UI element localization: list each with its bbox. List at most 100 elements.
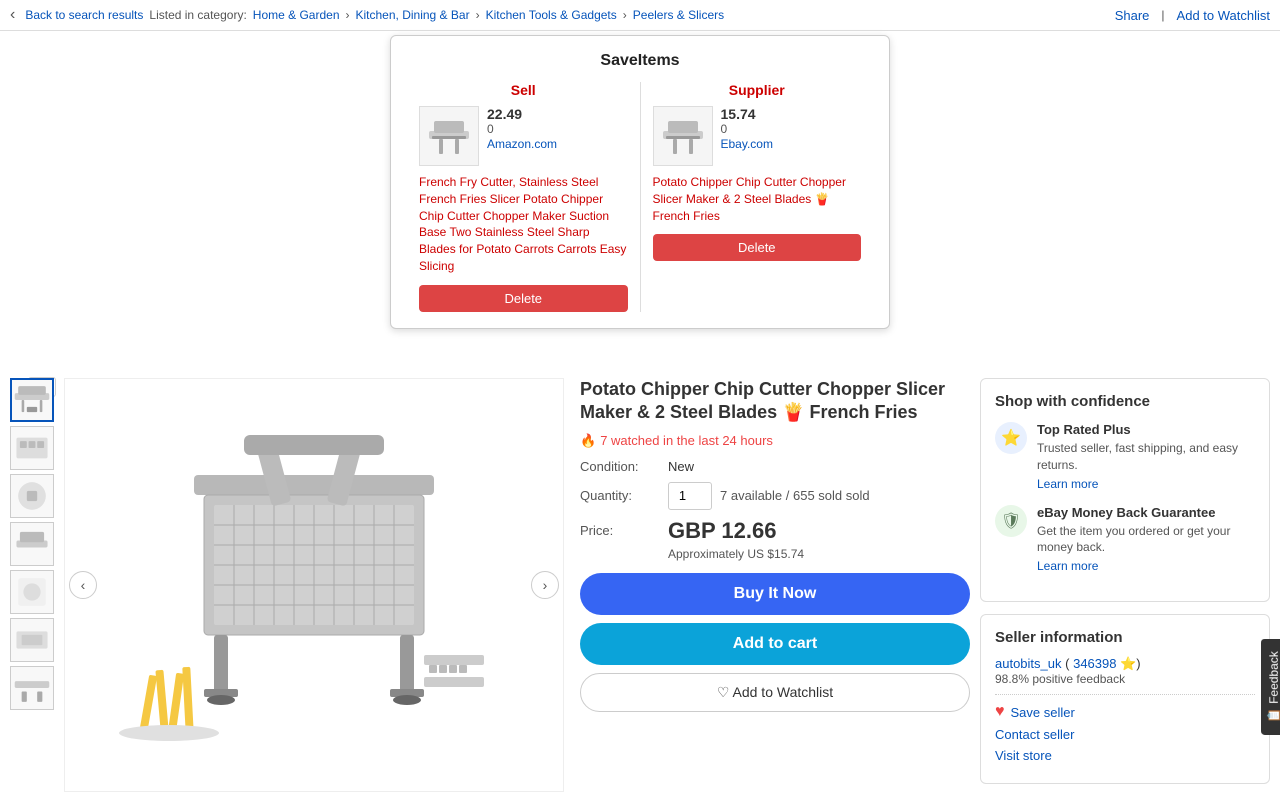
save-seller-label: Save seller [1011,705,1075,720]
confidence-box: Shop with confidence ⭐ Top Rated Plus Tr… [980,378,1270,602]
action-buttons: Buy It Now Add to cart ♡ Add to Watchlis… [580,573,970,712]
save-seller-action[interactable]: ♥ Save seller [995,703,1255,721]
seller-name-link[interactable]: autobits_uk [995,656,1062,671]
sell-item-details: 22.49 0 Amazon.com [487,106,628,151]
seller-divider [995,694,1255,695]
supplier-header: Supplier [653,82,862,98]
save-items-popup: SaveItems Sell 22.49 0 Amazon. [390,35,890,329]
supplier-item-price: 15.74 [721,106,862,122]
contact-seller-link[interactable]: Contact seller [995,727,1255,742]
supplier-item-row: 15.74 0 Ebay.com [653,106,862,166]
condition-row: Condition: New [580,459,970,474]
supplier-item-details: 15.74 0 Ebay.com [721,106,862,151]
supplier-delete-button[interactable]: Delete [653,234,862,261]
save-items-columns: Sell 22.49 0 Amazon.com Fre [407,82,873,312]
feedback-icon: 📋 [1267,708,1280,723]
thumb-1[interactable] [10,378,54,422]
breadcrumb-peelers[interactable]: Peelers & Slicers [633,8,724,22]
visit-store-link[interactable]: Visit store [995,748,1255,763]
add-watchlist-nav-link[interactable]: Add to Watchlist [1177,8,1270,23]
money-back-desc: Get the item you ordered or get your mon… [1037,523,1255,557]
price-row: Price: GBP 12.66 Approximately US $15.74 [580,518,970,561]
top-rated-icon: ⭐ [995,422,1027,454]
quantity-label: Quantity: [580,488,660,503]
seller-star: ⭐) [1120,656,1141,671]
main-image [65,395,563,775]
category-prefix: Listed in category: [149,8,246,22]
money-back-text: eBay Money Back Guarantee Get the item y… [1037,505,1255,574]
seller-rating-paren: ( [1065,656,1069,671]
image-next-arrow[interactable]: › [531,571,559,599]
main-image-area: ‹ [64,378,564,792]
seller-box: Seller information autobits_uk ( 346398 … [980,614,1270,784]
money-back-heading: eBay Money Back Guarantee [1037,505,1255,520]
buy-now-button[interactable]: Buy It Now [580,573,970,615]
sell-item-image [419,106,479,166]
thumb-5[interactable] [10,570,54,614]
supplier-item-store[interactable]: Ebay.com [721,137,773,151]
thumb-6[interactable] [10,618,54,662]
sell-header: Sell [419,82,628,98]
supplier-item-image [653,106,713,166]
quantity-available: 7 available / 655 sold sold [720,488,870,503]
thumb-4[interactable] [10,522,54,566]
product-title: Potato Chipper Chip Cutter Chopper Slice… [580,378,970,425]
confidence-item-1: ⭐ Top Rated Plus Trusted seller, fast sh… [995,422,1255,491]
feedback-label: Feedback [1267,651,1280,704]
top-rated-heading: Top Rated Plus [1037,422,1255,437]
sell-item-title: French Fry Cutter, Stainless Steel Frenc… [419,174,628,275]
sell-item-sold: 0 [487,122,628,136]
product-info: Potato Chipper Chip Cutter Chopper Slice… [580,378,980,792]
share-link[interactable]: Share [1115,8,1150,23]
heart-icon: ♥ [995,703,1005,721]
quantity-input[interactable] [668,482,712,510]
money-back-icon: 🛡 [995,505,1027,537]
feedback-tab[interactable]: 📋 Feedback [1261,639,1280,735]
top-rated-desc: Trusted seller, fast shipping, and easy … [1037,440,1255,474]
sell-item-row: 22.49 0 Amazon.com [419,106,628,166]
nav-actions: Share | Add to Watchlist [1115,8,1270,23]
supplier-column: Supplier 15.74 0 Ebay.com P [640,82,874,312]
seller-name-row: autobits_uk ( 346398 ⭐) [995,656,1255,672]
supplier-item-sold: 0 [721,122,862,136]
sell-item-store[interactable]: Amazon.com [487,137,557,151]
save-items-title: SaveItems [407,52,873,70]
sell-item-price: 22.49 [487,106,628,122]
sell-column: Sell 22.49 0 Amazon.com Fre [407,82,640,312]
breadcrumb-kitchen[interactable]: Kitchen, Dining & Bar [356,8,470,22]
main-content: ‹ [0,370,1280,800]
back-link[interactable]: Back to search results [25,8,143,22]
breadcrumb-area: ‹ Back to search results Listed in categ… [10,6,724,24]
confidence-item-2: 🛡 eBay Money Back Guarantee Get the item… [995,505,1255,574]
price-main: GBP 12.66 [668,518,776,544]
back-arrow[interactable]: ‹ [10,6,15,24]
breadcrumb-home[interactable]: Home & Garden [253,8,340,22]
thumb-2[interactable] [10,426,54,470]
right-sidebar: Shop with confidence ⭐ Top Rated Plus Tr… [980,378,1270,792]
seller-rating-link[interactable]: 346398 [1073,656,1116,671]
image-prev-arrow[interactable]: ‹ [69,571,97,599]
thumb-3[interactable] [10,474,54,518]
seller-feedback-pct: 98.8% positive feedback [995,672,1255,686]
confidence-title: Shop with confidence [995,393,1255,410]
top-rated-learn-more[interactable]: Learn more [1037,477,1255,491]
price-approx: Approximately US $15.74 [668,547,804,561]
seller-title: Seller information [995,629,1255,646]
supplier-item-title: Potato Chipper Chip Cutter Chopper Slice… [653,174,862,224]
quantity-row: Quantity: 7 available / 655 sold sold [580,482,970,510]
add-to-cart-button[interactable]: Add to cart [580,623,970,665]
watched-badge: 🔥 7 watched in the last 24 hours [580,433,970,449]
thumb-7[interactable] [10,666,54,710]
top-nav: ‹ Back to search results Listed in categ… [0,0,1280,31]
money-back-learn-more[interactable]: Learn more [1037,559,1255,573]
fire-icon: 🔥 [580,433,596,449]
top-rated-text: Top Rated Plus Trusted seller, fast ship… [1037,422,1255,491]
add-to-watchlist-button[interactable]: ♡ Add to Watchlist [580,673,970,712]
watched-text: 7 watched in the last 24 hours [600,433,773,448]
thumbnail-strip [10,378,60,792]
condition-label: Condition: [580,459,660,474]
breadcrumb-tools[interactable]: Kitchen Tools & Gadgets [486,8,617,22]
sell-delete-button[interactable]: Delete [419,285,628,312]
condition-value: New [668,459,694,474]
price-label: Price: [580,523,660,538]
